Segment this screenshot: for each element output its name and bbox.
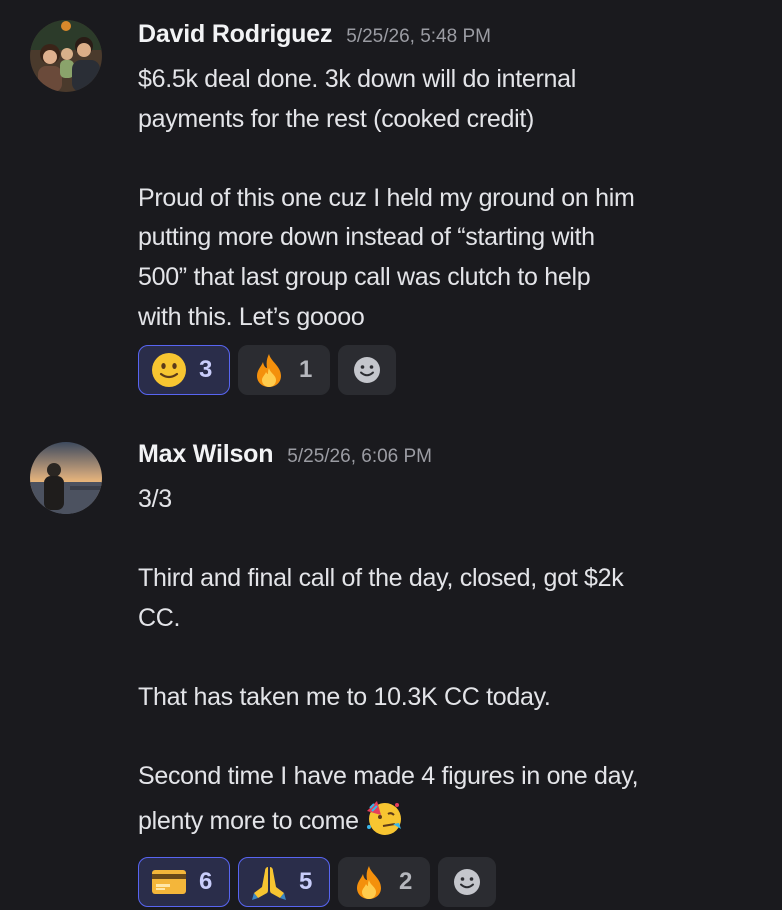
reaction-fire[interactable]: 1 (238, 345, 330, 396)
reaction-bar: 3 1 (138, 345, 752, 396)
timestamp[interactable]: 5/25/26, 5:48 PM (346, 26, 491, 48)
message-content: Max Wilson 5/25/26, 6:06 PM 3/3 Third an… (138, 440, 752, 908)
avatar[interactable] (30, 20, 102, 92)
avatar-photo-icon (30, 442, 102, 514)
author-name[interactable]: David Rodriguez (138, 20, 332, 49)
reaction-credit-card[interactable]: 6 (138, 857, 230, 908)
avatar-photo-icon (30, 20, 102, 92)
avatar[interactable] (30, 442, 102, 514)
reaction-bar: 6 5 2 (138, 857, 752, 908)
timestamp[interactable]: 5/25/26, 6:06 PM (287, 446, 432, 468)
message-line: $6.5k deal done. 3k down will do interna… (138, 65, 576, 93)
author-name[interactable]: Max Wilson (138, 440, 273, 469)
add-reaction-button[interactable] (338, 345, 396, 396)
message-header: David Rodriguez 5/25/26, 5:48 PM (138, 20, 752, 60)
reaction-slightly-smiling-face[interactable]: 3 (138, 345, 230, 396)
credit-card-icon (149, 862, 189, 902)
message-line: payments for the rest (cooked credit) (138, 104, 535, 133)
reaction-count: 2 (399, 868, 413, 896)
fire-icon (249, 350, 289, 390)
add-reaction-icon (347, 350, 387, 390)
folded-hands-icon (249, 862, 289, 902)
reaction-fire[interactable]: 2 (338, 857, 430, 908)
reaction-folded-hands[interactable]: 5 (238, 857, 330, 908)
message-line: CC. (138, 603, 181, 632)
partying-face-icon (363, 797, 403, 850)
fire-icon (349, 862, 389, 902)
message-line: Proud of this one cuz I held my ground o… (138, 183, 635, 212)
message-line: putting more down instead of “starting w… (138, 223, 595, 252)
message-line: 3/3 (138, 485, 172, 513)
message-line: Second time I have made 4 figures in one… (138, 762, 639, 791)
chat-feed: David Rodriguez 5/25/26, 5:48 PM $6.5k d… (0, 0, 782, 910)
slightly-smiling-face-icon (149, 350, 189, 390)
message-content: David Rodriguez 5/25/26, 5:48 PM $6.5k d… (138, 20, 752, 396)
message-line: That has taken me to 10.3K CC today. (138, 682, 551, 711)
message-line-last: plenty more to come (138, 797, 752, 850)
message-header: Max Wilson 5/25/26, 6:06 PM (138, 440, 752, 480)
add-reaction-button[interactable] (438, 857, 496, 908)
message-text: $6.5k deal done. 3k down will do interna… (138, 60, 752, 337)
reaction-count: 3 (199, 356, 213, 384)
reaction-count: 6 (199, 868, 213, 896)
message-line: with this. Let’s goooo (138, 302, 365, 331)
message-text: 3/3 Third and final call of the day, clo… (138, 480, 752, 849)
add-reaction-icon (447, 862, 487, 902)
message-line-text: plenty more to come (138, 806, 359, 835)
message-line: Third and final call of the day, closed,… (138, 564, 624, 593)
reaction-count: 1 (299, 356, 313, 384)
message-line: 500” that last group call was clutch to … (138, 262, 591, 291)
reaction-count: 5 (299, 868, 313, 896)
